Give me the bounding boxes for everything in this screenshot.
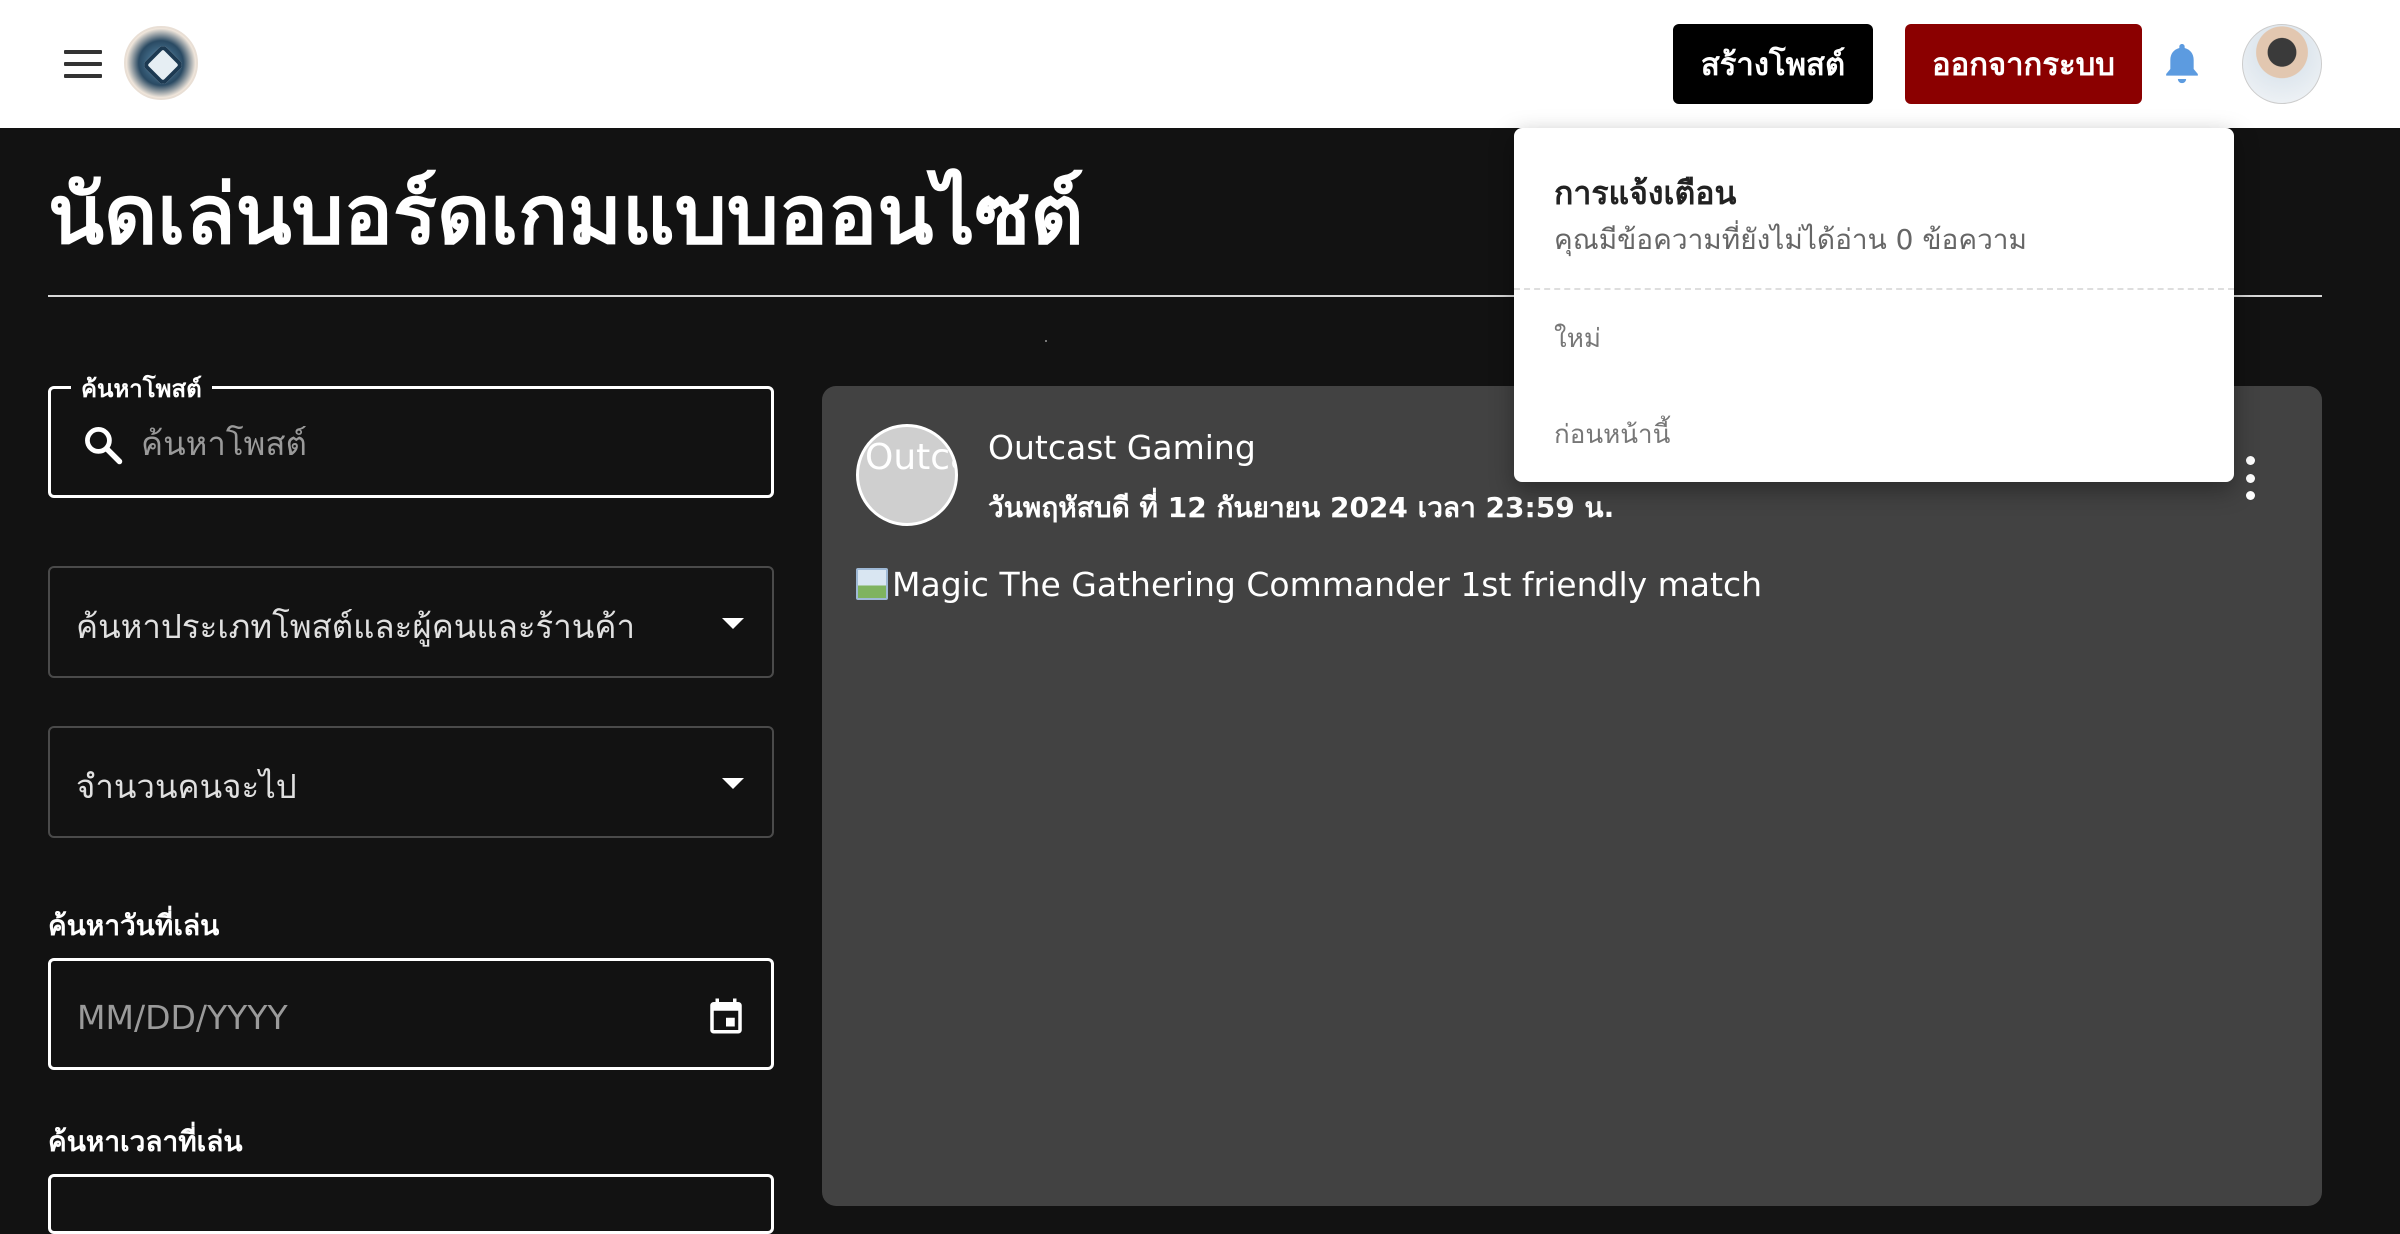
- post-date: วันพฤหัสบดี ที่ 12 กันยายน 2024 เวลา 23:…: [988, 491, 1615, 524]
- post-author-avatar[interactable]: Outca: [856, 424, 958, 526]
- search-icon: [85, 427, 123, 465]
- user-avatar[interactable]: [2242, 24, 2322, 104]
- play-date-label: ค้นหาวันที่เล่น: [48, 909, 220, 942]
- post-author-avatar-alt: Outca: [865, 437, 955, 478]
- post-author-name[interactable]: Outcast Gaming: [988, 428, 1256, 467]
- search-post-input[interactable]: [141, 413, 741, 473]
- notification-section-previous[interactable]: ก่อนหน้านี้: [1554, 414, 1670, 455]
- create-post-button[interactable]: สร้างโพสต์: [1673, 24, 1873, 104]
- play-time-field[interactable]: [48, 1174, 774, 1234]
- play-time-label: ค้นหาเวลาที่เล่น: [48, 1125, 243, 1158]
- more-vertical-icon[interactable]: [2240, 456, 2260, 500]
- play-date-input[interactable]: [77, 987, 637, 1047]
- decorative-dot: [1045, 340, 1047, 342]
- notification-unread-count: คุณมีข้อความที่ยังไม่ได้อ่าน 0 ข้อความ: [1554, 223, 2027, 256]
- people-count-select-label: จำนวนคนจะไป: [76, 767, 297, 806]
- logout-button[interactable]: ออกจากระบบ: [1905, 24, 2142, 104]
- app-logo[interactable]: [124, 26, 198, 100]
- notification-dropdown: การแจ้งเตือน คุณมีข้อความที่ยังไม่ได้อ่า…: [1514, 128, 2234, 482]
- play-date-field[interactable]: [48, 958, 774, 1070]
- people-count-select[interactable]: จำนวนคนจะไป: [48, 726, 774, 838]
- notification-divider: [1514, 288, 2234, 290]
- post-type-select[interactable]: ค้นหาประเภทโพสต์และผู้คนและร้านค้า: [48, 566, 774, 678]
- post-card: Outca Outcast Gaming วันพฤหัสบดี ที่ 12 …: [822, 386, 2322, 1206]
- notification-section-new[interactable]: ใหม่: [1554, 318, 1601, 359]
- post-image[interactable]: Magic The Gathering Commander 1st friend…: [856, 562, 1762, 606]
- chevron-down-icon: [722, 778, 744, 789]
- page-title: นัดเล่นบอร์ดเกมแบบออนไซต์: [48, 168, 1084, 263]
- hamburger-menu-icon[interactable]: [56, 40, 112, 88]
- post-image-alt: Magic The Gathering Commander 1st friend…: [892, 564, 1763, 604]
- broken-image-icon: [856, 568, 888, 600]
- calendar-icon[interactable]: [705, 995, 747, 1037]
- notification-title: การแจ้งเตือน: [1554, 174, 1737, 212]
- post-type-select-label: ค้นหาประเภทโพสต์และผู้คนและร้านค้า: [76, 607, 635, 646]
- chevron-down-icon: [722, 618, 744, 629]
- bell-icon[interactable]: [2162, 40, 2202, 88]
- top-app-bar: สร้างโพสต์ ออกจากระบบ: [0, 0, 2400, 128]
- search-post-legend: ค้นหาโพสต์: [71, 369, 212, 408]
- search-post-field[interactable]: ค้นหาโพสต์: [48, 369, 774, 498]
